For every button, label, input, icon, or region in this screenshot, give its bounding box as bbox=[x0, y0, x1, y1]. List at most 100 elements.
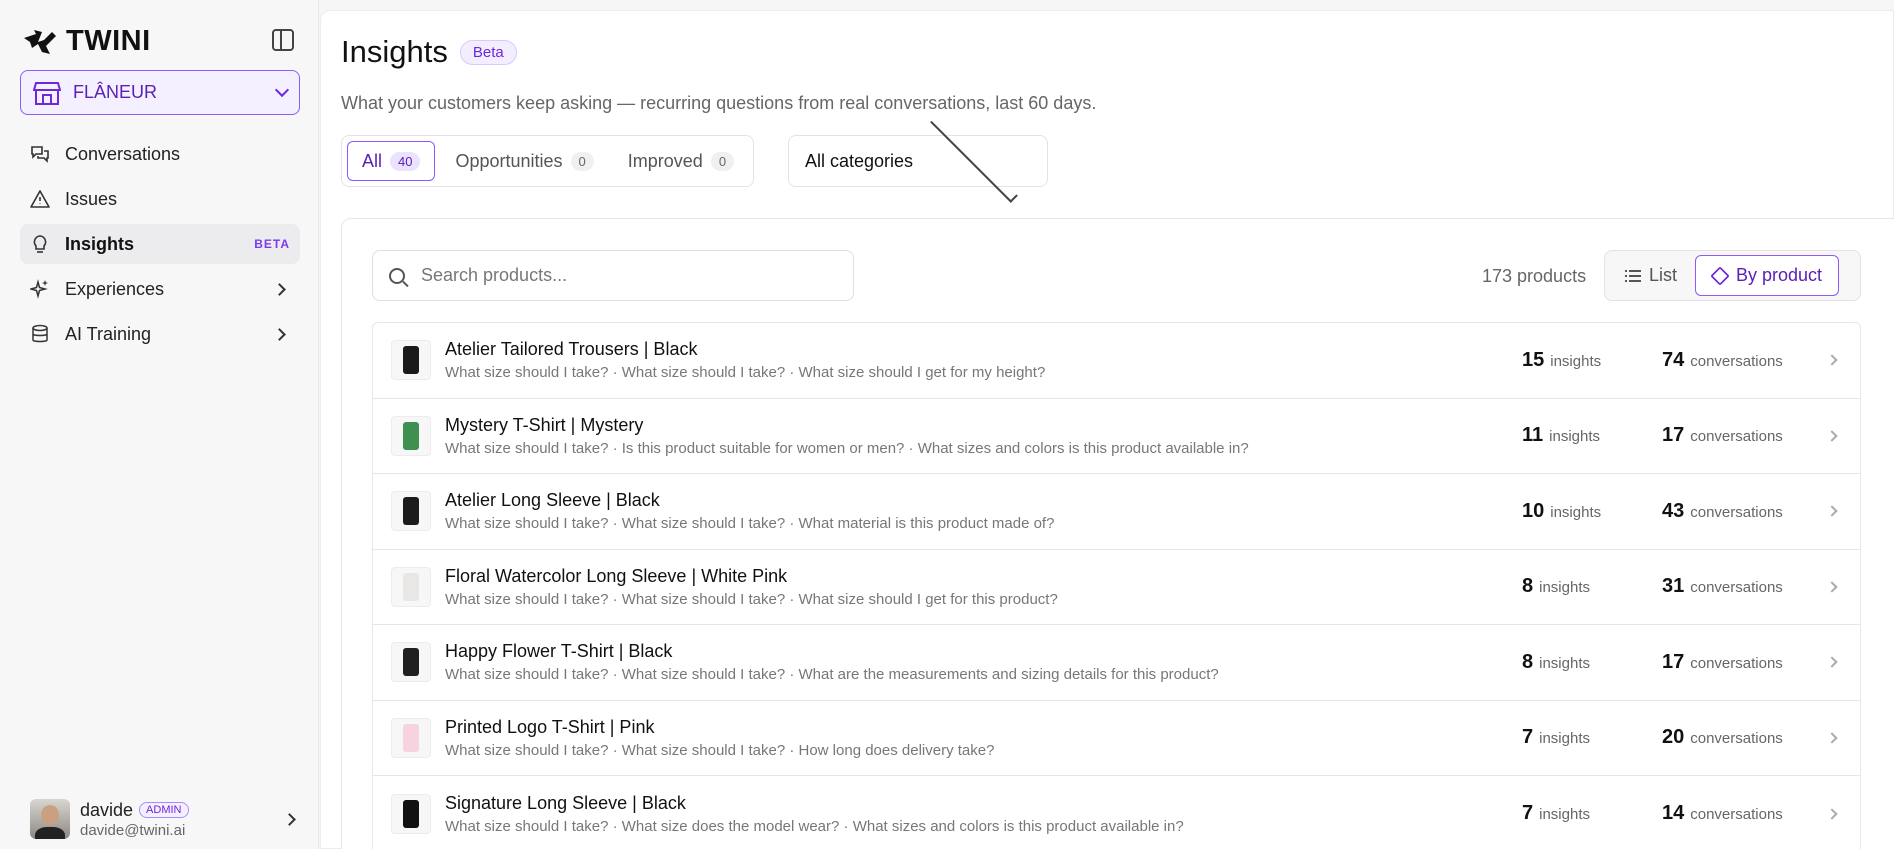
product-image bbox=[403, 421, 419, 450]
conversations-count: 20 bbox=[1662, 726, 1685, 749]
role-badge: ADMIN bbox=[139, 802, 189, 818]
conversations-stat: 31 conversations bbox=[1662, 575, 1822, 598]
database-icon bbox=[32, 324, 48, 343]
product-row[interactable]: Happy Flower T-Shirt | Black What size s… bbox=[373, 625, 1860, 701]
tab-count: 40 bbox=[390, 151, 421, 171]
category-select[interactable]: All categories bbox=[788, 114, 1048, 203]
product-count: 173 products bbox=[1482, 266, 1587, 286]
view-list-button[interactable]: List bbox=[1609, 255, 1693, 296]
insights-label: insights bbox=[1539, 654, 1590, 672]
product-row[interactable]: Printed Logo T-Shirt | Pink What size sh… bbox=[373, 701, 1860, 776]
product-row[interactable]: Atelier Long Sleeve | Black What size sh… bbox=[373, 474, 1860, 550]
beta-badge: BETA bbox=[254, 237, 290, 251]
search-input[interactable] bbox=[421, 265, 837, 286]
view-toggle: List By product bbox=[1604, 250, 1861, 301]
conversations-label: conversations bbox=[1690, 503, 1783, 521]
tab-all[interactable]: All 40 bbox=[347, 141, 436, 181]
insights-count: 7 bbox=[1522, 726, 1534, 749]
sidebar-item-label: Insights bbox=[65, 233, 135, 254]
insights-stat: 11 insights bbox=[1522, 424, 1662, 447]
conversations-stat: 74 conversations bbox=[1662, 349, 1822, 372]
brand-name: TWINI bbox=[66, 25, 151, 57]
product-image bbox=[403, 648, 419, 677]
product-row[interactable]: Signature Long Sleeve | Black What size … bbox=[373, 776, 1860, 849]
product-name: Printed Logo T-Shirt | Pink bbox=[445, 716, 655, 737]
brand[interactable]: TWINI bbox=[22, 25, 151, 58]
user-menu[interactable]: davide ADMIN davide@twini.ai bbox=[30, 798, 300, 840]
insights-label: insights bbox=[1539, 806, 1590, 824]
insights-count: 7 bbox=[1522, 802, 1534, 825]
sidebar-item-ai-training[interactable]: AI Training bbox=[20, 314, 300, 354]
conversations-count: 17 bbox=[1662, 650, 1685, 673]
product-name: Mystery T-Shirt | Mystery bbox=[445, 414, 644, 435]
store-name: FLÂNEUR bbox=[73, 82, 158, 102]
chevron-right-icon bbox=[283, 812, 296, 826]
page-title: Insights bbox=[341, 34, 448, 69]
sparkles-icon bbox=[30, 279, 48, 299]
product-thumbnail bbox=[391, 717, 431, 758]
insight-tabs: All 40 Opportunities 0 Improved 0 bbox=[341, 135, 755, 187]
main-content: Insights Beta What your customers keep a… bbox=[320, 10, 1894, 849]
view-by-product-button[interactable]: By product bbox=[1695, 255, 1840, 296]
product-name: Happy Flower T-Shirt | Black bbox=[445, 641, 673, 662]
conversations-count: 43 bbox=[1662, 499, 1685, 522]
search-icon bbox=[389, 267, 405, 284]
product-row[interactable]: Floral Watercolor Long Sleeve | White Pi… bbox=[373, 550, 1860, 625]
products-panel: 173 products List By product Atelier Tai… bbox=[341, 218, 1894, 849]
tab-label: Improved bbox=[627, 150, 703, 171]
chat-icon bbox=[31, 146, 49, 163]
beta-badge: Beta bbox=[459, 39, 517, 65]
product-image bbox=[403, 346, 419, 375]
conversations-stat: 14 conversations bbox=[1662, 802, 1822, 825]
sidebar-item-label: Issues bbox=[65, 188, 118, 209]
sidebar-item-experiences[interactable]: Experiences bbox=[20, 269, 300, 309]
chevron-right-icon bbox=[1826, 581, 1838, 593]
product-image bbox=[403, 497, 419, 526]
product-questions: What size should I take? · What size sho… bbox=[445, 364, 1046, 382]
insights-stat: 8 insights bbox=[1522, 575, 1662, 598]
product-thumbnail bbox=[391, 793, 431, 834]
insights-count: 11 bbox=[1522, 424, 1544, 447]
sidebar-item-conversations[interactable]: Conversations bbox=[20, 134, 300, 174]
insights-stat: 15 insights bbox=[1522, 349, 1662, 372]
twini-logo-icon bbox=[24, 29, 56, 54]
insights-label: insights bbox=[1539, 730, 1590, 748]
insights-label: insights bbox=[1539, 579, 1590, 597]
tab-count: 0 bbox=[710, 151, 735, 171]
view-product-label: By product bbox=[1736, 265, 1823, 285]
sidebar-toggle-icon[interactable] bbox=[272, 29, 294, 51]
product-questions: What size should I take? · What size sho… bbox=[445, 515, 1055, 533]
sidebar-item-insights[interactable]: Insights BETA bbox=[20, 224, 300, 264]
insights-count: 8 bbox=[1522, 650, 1534, 673]
product-row[interactable]: Atelier Tailored Trousers | Black What s… bbox=[373, 323, 1860, 399]
chevron-right-icon bbox=[1826, 354, 1838, 366]
list-icon bbox=[1625, 269, 1641, 282]
conversations-label: conversations bbox=[1690, 806, 1783, 824]
tab-improved[interactable]: Improved 0 bbox=[614, 141, 748, 181]
sidebar-item-label: Conversations bbox=[65, 143, 181, 164]
chevron-right-icon bbox=[273, 282, 286, 296]
conversations-stat: 17 conversations bbox=[1662, 651, 1822, 674]
store-selector[interactable]: FLÂNEUR bbox=[20, 70, 300, 115]
category-select-value: All categories bbox=[805, 150, 914, 171]
insights-count: 10 bbox=[1522, 499, 1545, 522]
sidebar-item-issues[interactable]: Issues bbox=[20, 179, 300, 219]
tab-opportunities[interactable]: Opportunities 0 bbox=[441, 141, 607, 181]
conversations-label: conversations bbox=[1690, 579, 1783, 597]
bulb-icon bbox=[33, 235, 47, 253]
conversations-count: 31 bbox=[1662, 575, 1685, 598]
product-name: Atelier Tailored Trousers | Black bbox=[445, 339, 698, 360]
user-name: davide bbox=[80, 799, 134, 820]
user-email: davide@twini.ai bbox=[80, 821, 186, 839]
chevron-right-icon bbox=[1826, 808, 1838, 820]
product-row[interactable]: Mystery T-Shirt | Mystery What size shou… bbox=[373, 399, 1860, 474]
chevron-right-icon bbox=[273, 327, 286, 341]
product-list: Atelier Tailored Trousers | Black What s… bbox=[372, 322, 1861, 849]
chevron-right-icon bbox=[1826, 430, 1838, 442]
page-subtitle: What your customers keep asking — recurr… bbox=[341, 93, 1097, 113]
product-name: Atelier Long Sleeve | Black bbox=[445, 490, 660, 511]
warning-icon bbox=[30, 190, 50, 208]
chevron-right-icon bbox=[1826, 732, 1838, 744]
box-icon bbox=[1710, 265, 1730, 286]
tab-label: All bbox=[362, 150, 383, 171]
